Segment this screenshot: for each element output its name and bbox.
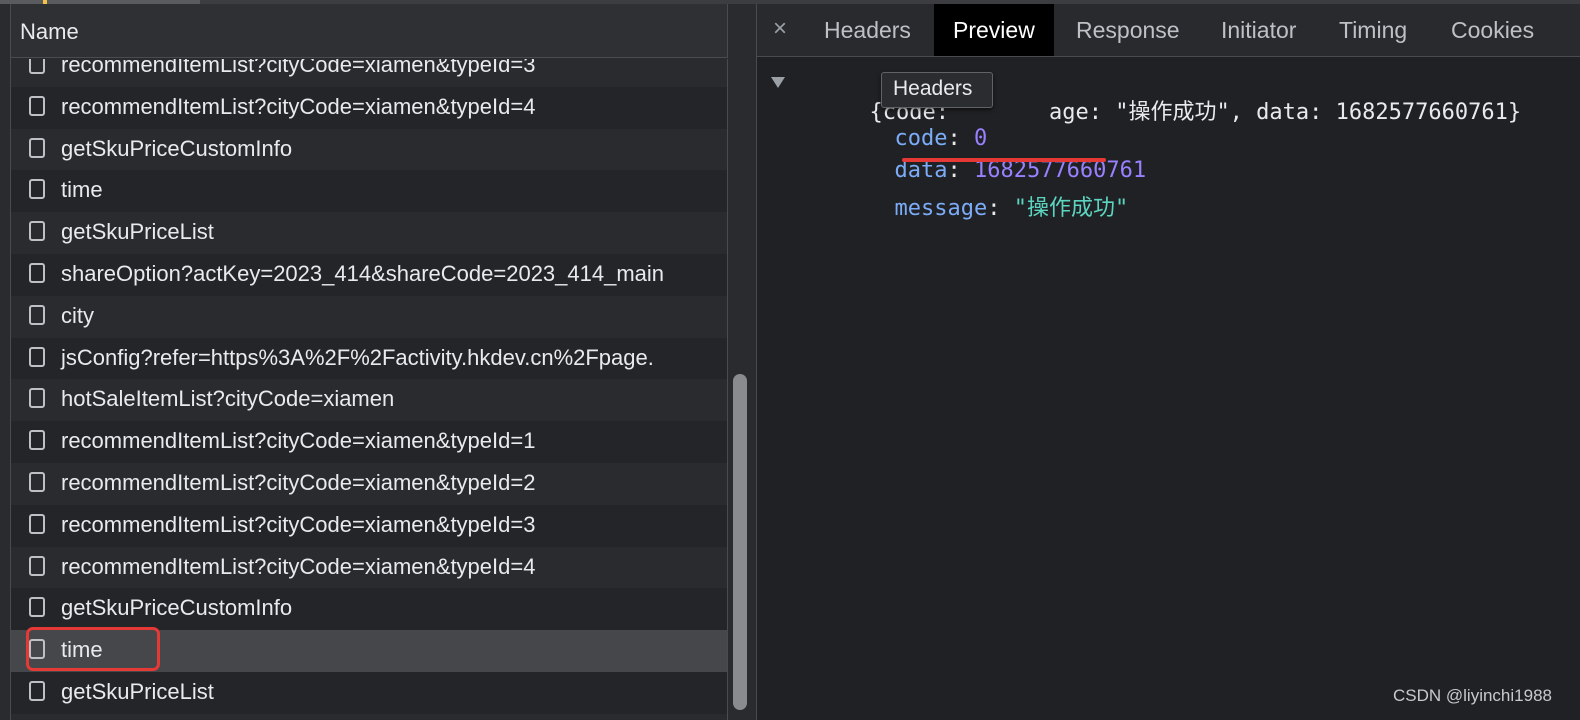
row-checkbox-icon[interactable] [29,471,45,492]
name-column-label: Name [20,19,79,44]
table-row[interactable]: getSkuPriceList [11,212,727,254]
row-checkbox-icon[interactable] [29,137,45,158]
data-value-annotation [902,158,1106,162]
request-name: city [61,302,94,328]
table-row[interactable]: recommendItemList?cityCode=xiamen&typeId… [11,546,727,589]
request-name: jsConfig?refer=https%3A%2F%2Factivity.hk… [61,344,654,370]
tab-response[interactable]: Response [1076,4,1180,56]
request-name: getSkuPriceList [61,678,214,704]
row-checkbox-icon[interactable] [29,430,45,451]
table-row[interactable]: recommendItemList?cityCode=xiamen&typeId… [11,504,727,547]
request-name: recommendItemList?cityCode=xiamen&typeId… [61,511,536,537]
row-checkbox-icon[interactable] [29,513,45,534]
headers-tooltip: Headers [881,72,993,108]
detail-pane: × Headers Preview Response Initiator Tim… [756,4,1580,720]
table-row[interactable]: recommendItemList?cityCode=xiamen&typeId… [11,59,727,87]
table-row[interactable]: getSkuPriceList [11,671,727,714]
json-message-value: "操作成功" [1013,196,1129,221]
row-checkbox-icon[interactable] [29,597,45,618]
request-name: shareOption?actKey=2023_414&shareCode=20… [61,260,665,286]
row-checkbox-icon[interactable] [29,555,45,576]
table-row[interactable]: hotSaleItemList?cityCode=xiamen [11,379,727,422]
table-row[interactable]: recommendItemList?cityCode=xiamen&typeId… [11,86,727,129]
request-name: recommendItemList?cityCode=xiamen&typeId… [61,428,536,454]
table-row[interactable]: city [11,295,727,338]
row-checkbox-icon[interactable] [29,179,45,200]
row-checkbox-icon[interactable] [29,262,45,283]
table-row[interactable]: getSkuPriceCustomInfo [11,128,727,171]
request-name: recommendItemList?cityCode=xiamen&typeId… [61,59,536,77]
request-list: recommendItemList?cityCode=xiamen&typeId… [11,59,728,720]
row-checkbox-icon[interactable] [29,59,45,74]
json-preview: {code: age: "操作成功", data: 1682577660761} … [757,57,1580,720]
name-column-header[interactable]: Name [11,4,728,58]
network-request-pane: Name recommendItemList?cityCode=xiamen&t… [0,4,756,720]
table-row[interactable]: time [11,170,727,213]
detail-tab-bar: × Headers Preview Response Initiator Tim… [757,4,1580,57]
row-checkbox-icon[interactable] [29,304,45,325]
json-message-line: message: "操作成功" [894,196,1129,221]
request-name: hotSaleItemList?cityCode=xiamen [61,386,395,412]
request-name: getSkuPriceCustomInfo [61,135,293,161]
request-name: recommendItemList?cityCode=xiamen&typeId… [61,469,536,495]
request-name: getSkuPriceList [61,219,214,245]
tab-headers[interactable]: Headers [824,4,911,56]
tab-initiator[interactable]: Initiator [1221,4,1296,56]
table-row[interactable]: recommendItemList?cityCode=xiamen&typeId… [11,462,727,505]
tab-cookies[interactable]: Cookies [1451,4,1534,56]
row-checkbox-icon[interactable] [29,346,45,367]
table-row[interactable]: jsConfig?refer=https%3A%2F%2Factivity.hk… [11,337,727,380]
request-name: time [61,177,103,203]
table-row[interactable]: recommendItemList?cityCode=xiamen&typeId… [11,421,727,463]
close-icon[interactable]: × [773,15,787,43]
table-row[interactable]: getSkuPriceCustomInfo [11,588,727,631]
json-message-key: message [894,196,988,221]
json-summary-rest: age: "操作成功", data: 1682577660761} [1048,100,1522,125]
row-checkbox-icon[interactable] [29,221,45,242]
tab-timing[interactable]: Timing [1339,4,1407,56]
collapse-triangle-icon[interactable] [771,77,785,88]
tab-preview[interactable]: Preview [934,4,1054,56]
row-checkbox-icon[interactable] [29,95,45,116]
selected-row-annotation [26,627,160,671]
row-checkbox-icon[interactable] [29,680,45,701]
row-checkbox-icon[interactable] [29,388,45,409]
request-name: recommendItemList?cityCode=xiamen&typeId… [61,553,536,579]
request-name: getSkuPriceCustomInfo [61,595,293,621]
table-row[interactable]: shareOption?actKey=2023_414&shareCode=20… [11,253,727,296]
watermark: CSDN @liyinchi1988 [1393,686,1552,705]
scrollbar-thumb[interactable] [733,374,747,710]
request-name: recommendItemList?cityCode=xiamen&typeId… [61,93,536,119]
